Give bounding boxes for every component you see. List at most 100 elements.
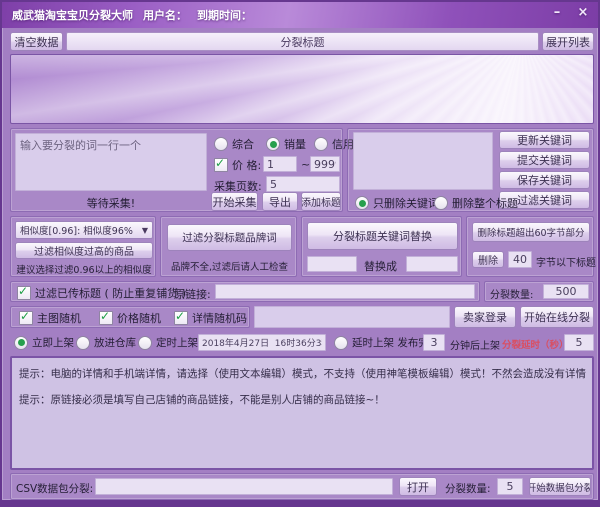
radio-label: 销量 [284,136,306,152]
submit-keywords-button[interactable]: 提交关键词 [499,151,590,169]
split-count-panel: 分裂数量: [484,281,594,302]
checkbox-icon [174,311,188,325]
similarity-dropdown[interactable]: 相似度[0.96]: 相似度96% ▼ [15,221,153,239]
csv-split-panel: CSV数据包分裂: 打开 分裂数量: 开始数据包分裂 [10,473,594,500]
radio-label: 定时上架 [156,335,198,350]
sort-radio-comprehensive[interactable]: 综合 [214,136,254,152]
price-min-input[interactable] [263,156,297,172]
brand-filter-panel: 过滤分裂标题品牌词 品牌不全,过滤后请人工检查 [160,216,297,277]
source-link-input[interactable] [215,284,475,299]
similarity-hint-text: 建议选择过滤0.96以上的相似度 [13,262,155,276]
start-online-split-button[interactable]: 开始在线分裂 [520,306,594,328]
add-title-button[interactable]: 添加标题 [301,192,341,211]
csv-split-count-label: 分裂数量: [445,481,491,496]
source-link-label: 原链接: [174,286,211,302]
price-max-input[interactable] [310,156,340,172]
status-strip [254,306,450,328]
export-button[interactable]: 导出 [262,192,298,211]
hint-line-2: 提示：原链接必须是填写自己店铺的商品链接，不能是别人店铺的商品链接~！ [19,392,586,407]
radio-label: 延时上架 发布完 [352,335,429,350]
put-in-warehouse-radio[interactable]: 放进仓库 [76,335,136,350]
bytes-threshold-input[interactable] [508,251,532,268]
similarity-panel: 相似度[0.96]: 相似度96% ▼ 过滤相似度过高的商品 建议选择过滤0.9… [10,216,156,277]
titlebar: 威武猫淘宝宝贝分裂大师 用户名： 到期时间： – × [2,2,598,28]
delete-keyword-only-radio[interactable]: 只删除关键词 [355,195,439,211]
radio-icon [355,196,369,210]
filter-similarity-button[interactable]: 过滤相似度过高的商品 [15,242,153,259]
delete-whole-title-radio[interactable]: 删除整个标题 [434,195,518,211]
radio-label: 综合 [232,136,254,152]
split-title-list-header: 分裂标题 [66,32,539,51]
checkbox-icon [99,311,113,325]
csv-split-count-input[interactable] [497,478,523,495]
delete-over-60-bytes-button[interactable]: 删除标题超出60字节部分 [472,222,590,242]
sort-radio-sales[interactable]: 销量 [266,136,306,152]
clear-data-button[interactable]: 清空数据 [10,32,63,51]
price-range-tilde: ~ [301,158,310,171]
similarity-dropdown-value: 相似度[0.96]: 相似度96% [20,223,133,237]
split-delay-input[interactable] [564,334,594,351]
save-keywords-button[interactable]: 保存关键词 [499,171,590,189]
delay-minutes-input[interactable] [423,334,445,351]
checkbox-label: 过滤已传标题 ( 防止重复铺货 ) [35,285,186,301]
open-csv-button[interactable]: 打开 [399,477,437,496]
keyword-replace-panel: 分裂标题关键词替换 替换成 [301,216,462,277]
update-keywords-button[interactable]: 更新关键词 [499,131,590,149]
replace-from-input[interactable] [307,256,357,272]
checkbox-icon [19,311,33,325]
app-window: 威武猫淘宝宝贝分裂大师 用户名： 到期时间： – × 清空数据 分裂标题 展开列… [0,0,600,507]
main-image-random-checkbox[interactable]: 主图随机 [19,310,81,326]
price-label: 价 格: [232,157,261,173]
checkbox-icon [17,286,31,300]
username-label: 用户名： [143,7,187,23]
trim-title-panel: 删除标题超出60字节部分 删除 字节以下标题 [466,216,594,277]
price-filter-checkbox[interactable]: 价 格: [214,157,261,173]
replace-with-label: 替换成 [364,258,397,274]
radio-icon [266,137,280,151]
split-title-list-area[interactable] [10,54,594,124]
split-words-input[interactable] [15,133,207,191]
publish-datetime-input[interactable] [198,334,326,351]
filter-uploaded-titles-checkbox[interactable]: 过滤已传标题 ( 防止重复铺货 ) [17,285,186,301]
keywords-input[interactable] [353,132,493,190]
start-collect-button[interactable]: 开始采集 [211,192,258,211]
publish-now-radio[interactable]: 立即上架 [14,335,74,350]
split-delay-label: 分裂延时（秒）: [502,337,572,351]
brand-hint-text: 品牌不全,过滤后请人工检查 [163,259,296,273]
hint-box: 提示：电脑的详情和手机端详情，请选择（使用文本编辑）模式，不支持（使用神笔模板编… [10,356,594,470]
window-controls: – × [548,4,592,20]
checkbox-icon [214,158,228,172]
csv-file-input[interactable] [95,478,393,495]
radio-icon [138,336,152,350]
random-options-panel: 主图随机 价格随机 详情随机码 [10,306,250,328]
chevron-down-icon: ▼ [142,226,148,235]
radio-icon [314,137,328,151]
replace-keywords-button[interactable]: 分裂标题关键词替换 [307,222,458,250]
split-count-input[interactable] [543,284,589,299]
hint-line-1: 提示：电脑的详情和手机端详情，请选择（使用文本编辑）模式，不支持（使用神笔模板编… [19,366,586,381]
radio-label: 放进仓库 [94,335,136,350]
delete-short-title-button[interactable]: 删除 [472,251,504,268]
split-count-label: 分裂数量: [490,286,533,301]
pages-input[interactable] [266,176,340,192]
price-random-checkbox[interactable]: 价格随机 [99,310,161,326]
delayed-publish-radio[interactable]: 延时上架 发布完 [334,335,429,350]
filter-brand-words-button[interactable]: 过滤分裂标题品牌词 [167,224,292,251]
radio-label: 删除整个标题 [452,195,518,211]
minimize-icon[interactable]: – [548,4,566,20]
radio-icon [14,336,28,350]
expand-list-button[interactable]: 展开列表 [542,32,594,51]
expire-time-label: 到期时间： [197,7,252,23]
timed-publish-radio[interactable]: 定时上架 [138,335,198,350]
checkbox-label: 价格随机 [117,310,161,326]
close-icon[interactable]: × [574,4,592,20]
radio-label: 立即上架 [32,335,74,350]
dedupe-panel: 过滤已传标题 ( 防止重复铺货 ) 原链接: [10,281,480,302]
collect-status-text: 等待采集! [15,195,207,211]
start-csv-split-button[interactable]: 开始数据包分裂 [529,477,591,496]
seller-login-button[interactable]: 卖家登录 [454,306,516,328]
replace-to-input[interactable] [406,256,458,272]
radio-icon [334,336,348,350]
detail-random-code-checkbox[interactable]: 详情随机码 [174,310,247,326]
keywords-panel: 更新关键词 提交关键词 保存关键词 过滤关键词 只删除关键词 删除整个标题 [347,128,594,212]
